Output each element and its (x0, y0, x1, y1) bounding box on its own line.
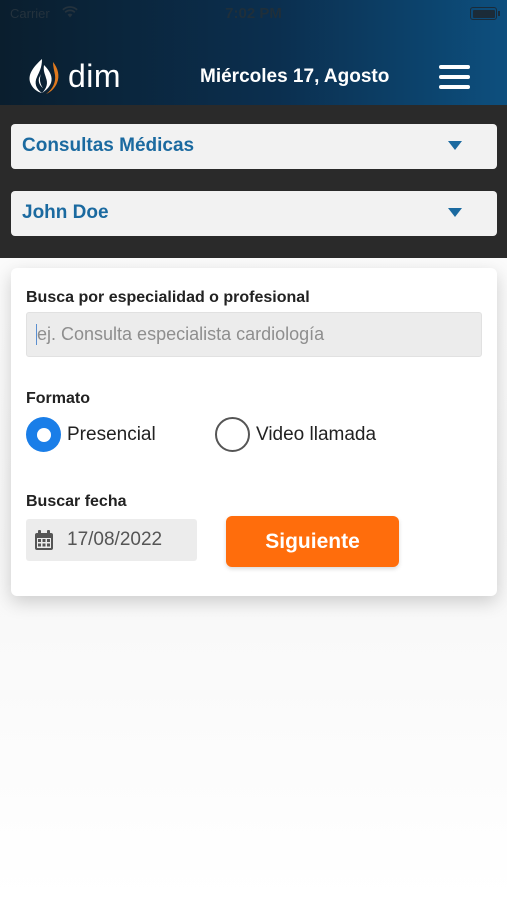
date-value: 17/08/2022 (67, 529, 163, 550)
header-date: Miércoles 17, Agosto (200, 66, 390, 87)
patient-dropdown[interactable]: John Doe (11, 191, 497, 236)
date-label: Buscar fecha (26, 493, 127, 510)
search-input[interactable] (26, 312, 482, 357)
next-button[interactable]: Siguiente (226, 516, 399, 567)
status-bar: Carrier 7:02 PM (0, 0, 507, 28)
radio-presencial-label: Presencial (67, 424, 156, 445)
date-picker-field[interactable]: 17/08/2022 (26, 519, 197, 561)
battery-icon (470, 7, 500, 20)
text-cursor (36, 324, 37, 345)
radio-video-label: Video llamada (256, 424, 377, 445)
chevron-down-icon (448, 141, 462, 150)
calendar-icon (35, 530, 53, 550)
chevron-down-icon (448, 208, 462, 217)
selector-band: Consultas Médicas John Doe (0, 105, 507, 258)
format-label: Formato (26, 390, 90, 407)
status-time: 7:02 PM (225, 5, 282, 22)
hamburger-menu-icon[interactable] (439, 64, 470, 91)
patient-dropdown-label: John Doe (22, 202, 109, 223)
app-logo: dim (22, 56, 132, 96)
search-label: Busca por especialidad o profesional (26, 289, 310, 306)
app-screen: Carrier 7:02 PM dim Miércoles 17, Agosto (0, 0, 507, 900)
menu-line (439, 65, 470, 69)
search-card: Busca por especialidad o profesional For… (11, 268, 497, 596)
app-header: Carrier 7:02 PM dim Miércoles 17, Agosto (0, 0, 507, 105)
radio-selected-icon (26, 417, 61, 452)
logo-text: dim (68, 58, 122, 94)
flame-logo-icon (29, 59, 59, 94)
menu-line (439, 75, 470, 79)
service-dropdown-label: Consultas Médicas (22, 135, 195, 156)
menu-line (439, 85, 470, 89)
service-dropdown[interactable]: Consultas Médicas (11, 124, 497, 169)
radio-unselected-icon (215, 417, 250, 452)
